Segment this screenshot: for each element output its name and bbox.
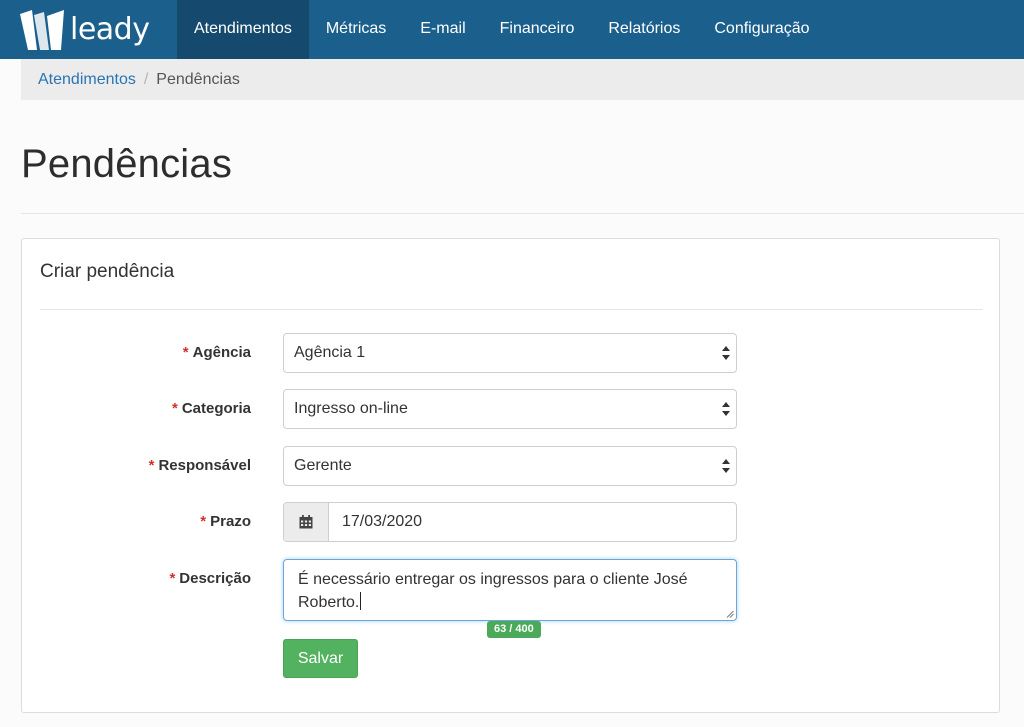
breadcrumb-link-atendimentos[interactable]: Atendimentos [38, 71, 136, 88]
panel-divider [40, 309, 983, 310]
required-mark: * [169, 570, 176, 587]
breadcrumb-separator: / [143, 71, 149, 88]
top-navbar: leady Atendimentos Métricas E-mail Finan… [0, 0, 1024, 59]
categoria-select-value: Ingresso on-line [294, 400, 408, 417]
responsavel-select[interactable]: Gerente [283, 446, 737, 486]
descricao-textarea-value: É necessário entregar os ingressos para … [298, 571, 688, 611]
categoria-label: * Categoria [172, 389, 251, 429]
prazo-date-value: 17/03/2020 [342, 513, 423, 530]
prazo-label-text: Prazo [210, 513, 251, 530]
page-title: Pendências [21, 142, 233, 186]
required-mark: * [182, 344, 189, 361]
text-caret [360, 592, 362, 610]
descricao-label-text: Descrição [179, 570, 251, 587]
nav-item-email[interactable]: E-mail [403, 0, 482, 59]
prazo-date-input[interactable]: 17/03/2020 [283, 502, 737, 542]
responsavel-select-value: Gerente [294, 457, 352, 474]
brand-name: leady [70, 12, 150, 47]
agencia-select[interactable]: Agência 1 [283, 333, 737, 373]
required-mark: * [148, 457, 155, 474]
categoria-label-text: Categoria [181, 400, 251, 417]
char-counter-badge: 63 / 400 [487, 621, 541, 638]
select-arrows-icon [722, 459, 730, 473]
agencia-label: * Agência [183, 333, 251, 373]
nav-item-relatorios[interactable]: Relatórios [591, 0, 697, 59]
breadcrumb-current: Pendências [156, 71, 240, 88]
nav-item-financeiro[interactable]: Financeiro [483, 0, 592, 59]
select-arrows-icon [722, 346, 730, 360]
calendar-icon [299, 515, 313, 529]
leady-logo-icon [20, 10, 64, 50]
agencia-select-value: Agência 1 [294, 344, 366, 361]
nav-item-configuracao[interactable]: Configuração [697, 0, 826, 59]
title-divider [21, 213, 1024, 214]
date-picker-addon[interactable] [284, 503, 329, 541]
panel-title: Criar pendência [40, 261, 175, 282]
form-row-agencia: * Agência Agência 1 [22, 333, 1001, 373]
breadcrumb: Atendimentos / Pendências [21, 59, 1024, 100]
main-nav: Atendimentos Métricas E-mail Financeiro … [177, 0, 827, 59]
agencia-label-text: Agência [192, 344, 251, 361]
descricao-textarea[interactable]: É necessário entregar os ingressos para … [283, 559, 737, 621]
resize-grip-icon[interactable] [726, 610, 734, 618]
select-arrows-icon [722, 402, 730, 416]
required-mark: * [171, 400, 178, 417]
categoria-select[interactable]: Ingresso on-line [283, 389, 737, 429]
responsavel-label-text: Responsável [158, 457, 251, 474]
save-button[interactable]: Salvar [283, 639, 358, 678]
required-mark: * [200, 513, 207, 530]
form-row-responsavel: * Responsável Gerente [22, 446, 1001, 486]
descricao-label: * Descrição [169, 559, 251, 599]
form-row-categoria: * Categoria Ingresso on-line [22, 389, 1001, 429]
prazo-label: * Prazo [200, 502, 251, 542]
nav-item-atendimentos[interactable]: Atendimentos [177, 0, 309, 59]
nav-item-metricas[interactable]: Métricas [309, 0, 403, 59]
responsavel-label: * Responsável [149, 446, 251, 486]
brand-logo[interactable]: leady [20, 8, 150, 52]
form-row-prazo: * Prazo 17/03/2020 [22, 502, 1001, 542]
create-pendencia-panel: Criar pendência * Agência Agência 1 * Cate… [21, 238, 1000, 713]
